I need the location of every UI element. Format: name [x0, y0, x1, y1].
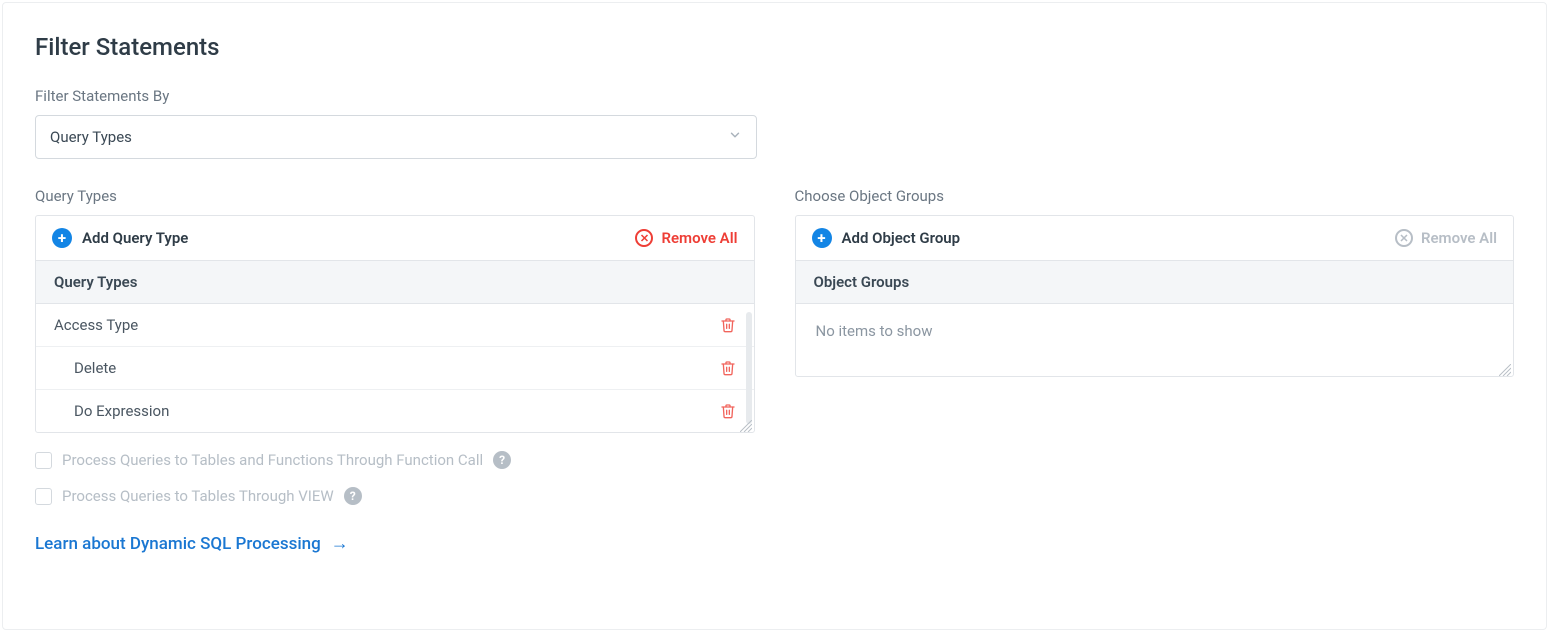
object-groups-list-header: Object Groups: [796, 261, 1514, 304]
checkbox[interactable]: [35, 452, 52, 469]
trash-icon[interactable]: [720, 360, 736, 376]
object-groups-box-header: + Add Object Group ✕ Remove All: [796, 216, 1514, 261]
option-label: Process Queries to Tables Through VIEW: [62, 487, 334, 505]
page-title: Filter Statements: [35, 33, 1514, 61]
remove-all-object-groups-label: Remove All: [1421, 229, 1497, 247]
filter-by-selected-value: Query Types: [50, 128, 132, 146]
query-types-section-label: Query Types: [35, 187, 755, 205]
arrow-right-icon: →: [331, 533, 349, 554]
plus-circle-icon: +: [52, 228, 72, 248]
filter-statements-panel: Filter Statements Filter Statements By Q…: [2, 2, 1547, 630]
query-types-box: + Add Query Type ✕ Remove All Query Type…: [35, 215, 755, 433]
list-item: Access Type: [36, 304, 754, 347]
list-item: Delete: [36, 347, 754, 390]
learn-dynamic-sql-link[interactable]: Learn about Dynamic SQL Processing →: [35, 533, 349, 554]
query-types-column: Query Types + Add Query Type ✕ Remove Al…: [35, 187, 755, 554]
filter-by-select[interactable]: Query Types: [35, 115, 757, 159]
list-item-label: Do Expression: [54, 402, 169, 420]
learn-link-label: Learn about Dynamic SQL Processing: [35, 534, 321, 554]
close-circle-icon: ✕: [1395, 229, 1413, 247]
help-icon[interactable]: ?: [493, 451, 511, 469]
object-groups-column: Choose Object Groups + Add Object Group …: [795, 187, 1515, 377]
scrollbar[interactable]: [746, 312, 752, 424]
query-types-box-header: + Add Query Type ✕ Remove All: [36, 216, 754, 261]
remove-all-query-types-button[interactable]: ✕ Remove All: [635, 229, 737, 247]
plus-circle-icon: +: [812, 228, 832, 248]
filter-by-label: Filter Statements By: [35, 87, 1514, 105]
query-types-list: Access Type Delete Do Expression: [36, 304, 754, 432]
checkbox[interactable]: [35, 488, 52, 505]
list-item-label: Access Type: [54, 316, 138, 334]
trash-icon[interactable]: [720, 317, 736, 333]
process-view-option: Process Queries to Tables Through VIEW ?: [35, 487, 755, 505]
list-item-label: Delete: [54, 359, 116, 377]
remove-all-query-types-label: Remove All: [661, 229, 737, 247]
option-label: Process Queries to Tables and Functions …: [62, 451, 483, 469]
add-query-type-button[interactable]: + Add Query Type: [52, 228, 188, 248]
list-item: Do Expression: [36, 390, 754, 432]
add-object-group-label: Add Object Group: [842, 229, 961, 247]
object-groups-section-label: Choose Object Groups: [795, 187, 1515, 205]
query-types-list-header: Query Types: [36, 261, 754, 304]
add-object-group-button[interactable]: + Add Object Group: [812, 228, 961, 248]
columns: Query Types + Add Query Type ✕ Remove Al…: [35, 187, 1514, 554]
trash-icon[interactable]: [720, 403, 736, 419]
help-icon[interactable]: ?: [344, 487, 362, 505]
object-groups-box: + Add Object Group ✕ Remove All Object G…: [795, 215, 1515, 377]
process-func-call-option: Process Queries to Tables and Functions …: [35, 451, 755, 469]
remove-all-object-groups-button: ✕ Remove All: [1395, 229, 1497, 247]
add-query-type-label: Add Query Type: [82, 229, 188, 247]
chevron-down-icon: [728, 128, 742, 146]
object-groups-empty-text: No items to show: [796, 304, 1514, 376]
close-circle-icon: ✕: [635, 229, 653, 247]
